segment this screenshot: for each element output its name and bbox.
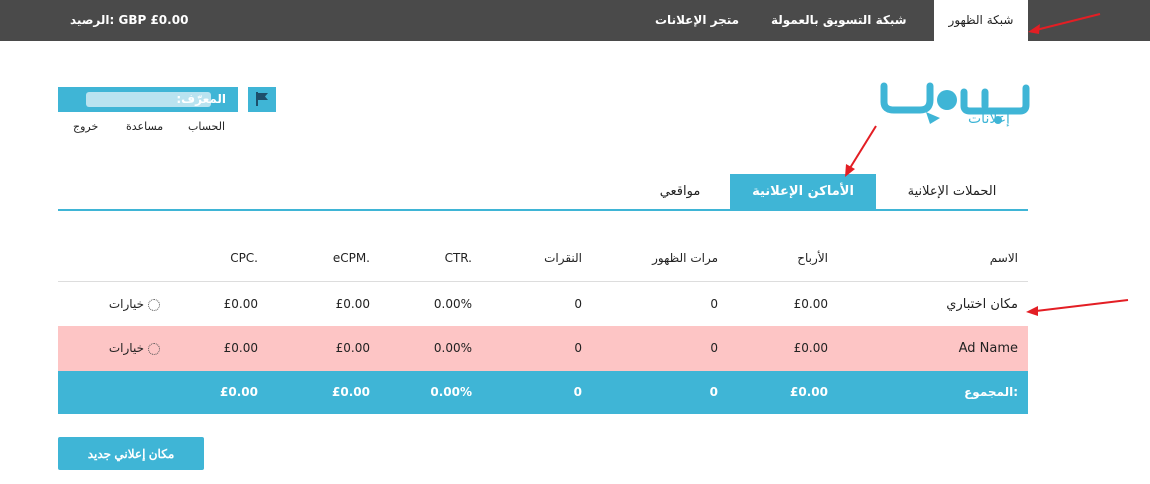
tab-my-sites[interactable]: مواقعي [630, 174, 730, 210]
row-options-button[interactable]: خيارات [109, 298, 160, 311]
options-label: خيارات [108, 297, 144, 311]
total-impressions: 0 [709, 385, 718, 399]
help-link[interactable]: مساعدة [126, 120, 163, 133]
table-row: Ad Name £0.00 0 0 0.00% £0.00 £0.00 خيار… [58, 326, 1028, 371]
options-label: خيارات [108, 341, 144, 355]
top-navigation-bar: شبكة الظهور شبكة التسويق بالعمولة متجر ا… [0, 0, 1150, 41]
user-id-box: المعرّف: [58, 87, 238, 112]
total-cpc: £0.00 [220, 385, 258, 399]
row-cpc: £0.00 [223, 341, 258, 355]
total-ecpm: £0.00 [332, 385, 370, 399]
total-earnings: £0.00 [790, 385, 828, 399]
balance-text: الرصيد: GBP £0.00 [70, 13, 189, 27]
annotation-arrow [1026, 299, 1129, 316]
table-header-row: الاسم الأرباح مرات الظهور النقرات CTR. e… [58, 236, 1028, 282]
row-name[interactable]: مكان اختباري [946, 298, 1018, 311]
row-ecpm: £0.00 [335, 297, 370, 311]
row-earnings: £0.00 [793, 297, 828, 311]
new-ad-space-button[interactable]: مكان إعلاني جديد [58, 437, 204, 470]
row-impressions: 0 [710, 341, 718, 355]
col-earnings: الأرباح [797, 251, 828, 265]
row-ctr: 0.00% [433, 297, 472, 311]
row-clicks: 0 [574, 297, 582, 311]
topnav-ad-store[interactable]: متجر الإعلانات [655, 0, 739, 41]
col-ecpm: eCPM. [332, 251, 370, 265]
row-clicks: 0 [574, 341, 582, 355]
row-cpc: £0.00 [223, 297, 258, 311]
row-earnings: £0.00 [793, 341, 828, 355]
logout-link[interactable]: خروج [73, 120, 98, 133]
col-ctr: CTR. [444, 251, 472, 265]
col-cpc: CPC. [230, 251, 258, 265]
flag-button[interactable] [248, 87, 276, 112]
row-ecpm: £0.00 [335, 341, 370, 355]
annotation-arrow [845, 125, 877, 177]
gear-icon [148, 342, 160, 355]
topnav-display-network[interactable]: شبكة الظهور [934, 0, 1028, 41]
logo: إعلانات [880, 78, 1030, 130]
total-clicks: 0 [573, 385, 582, 399]
flag-icon [256, 92, 268, 106]
tab-campaigns[interactable]: الحملات الإعلانية [876, 174, 1028, 210]
total-label: المجموع: [964, 385, 1018, 399]
table-row: مكان اختباري £0.00 0 0 0.00% £0.00 £0.00… [58, 282, 1028, 326]
table-total-row: المجموع: £0.00 0 0 0.00% £0.00 £0.00 [58, 371, 1028, 414]
row-ctr: 0.00% [433, 341, 472, 355]
gear-icon [148, 298, 160, 311]
row-options-button[interactable]: خيارات [109, 342, 160, 355]
col-impressions: مرات الظهور [652, 251, 718, 265]
row-name[interactable]: Ad Name [959, 342, 1018, 355]
logo-subtitle: إعلانات [968, 111, 1010, 127]
account-link[interactable]: الحساب [188, 120, 225, 133]
col-name: الاسم [989, 251, 1018, 265]
total-ctr: 0.00% [430, 385, 472, 399]
annotation-arrow [1028, 13, 1101, 34]
col-clicks: النقرات [544, 251, 582, 265]
topnav-affiliate-network[interactable]: شبكة التسويق بالعمولة [771, 0, 907, 41]
row-impressions: 0 [710, 297, 718, 311]
user-id-label: المعرّف: [176, 92, 226, 106]
tab-underline [58, 209, 1028, 211]
